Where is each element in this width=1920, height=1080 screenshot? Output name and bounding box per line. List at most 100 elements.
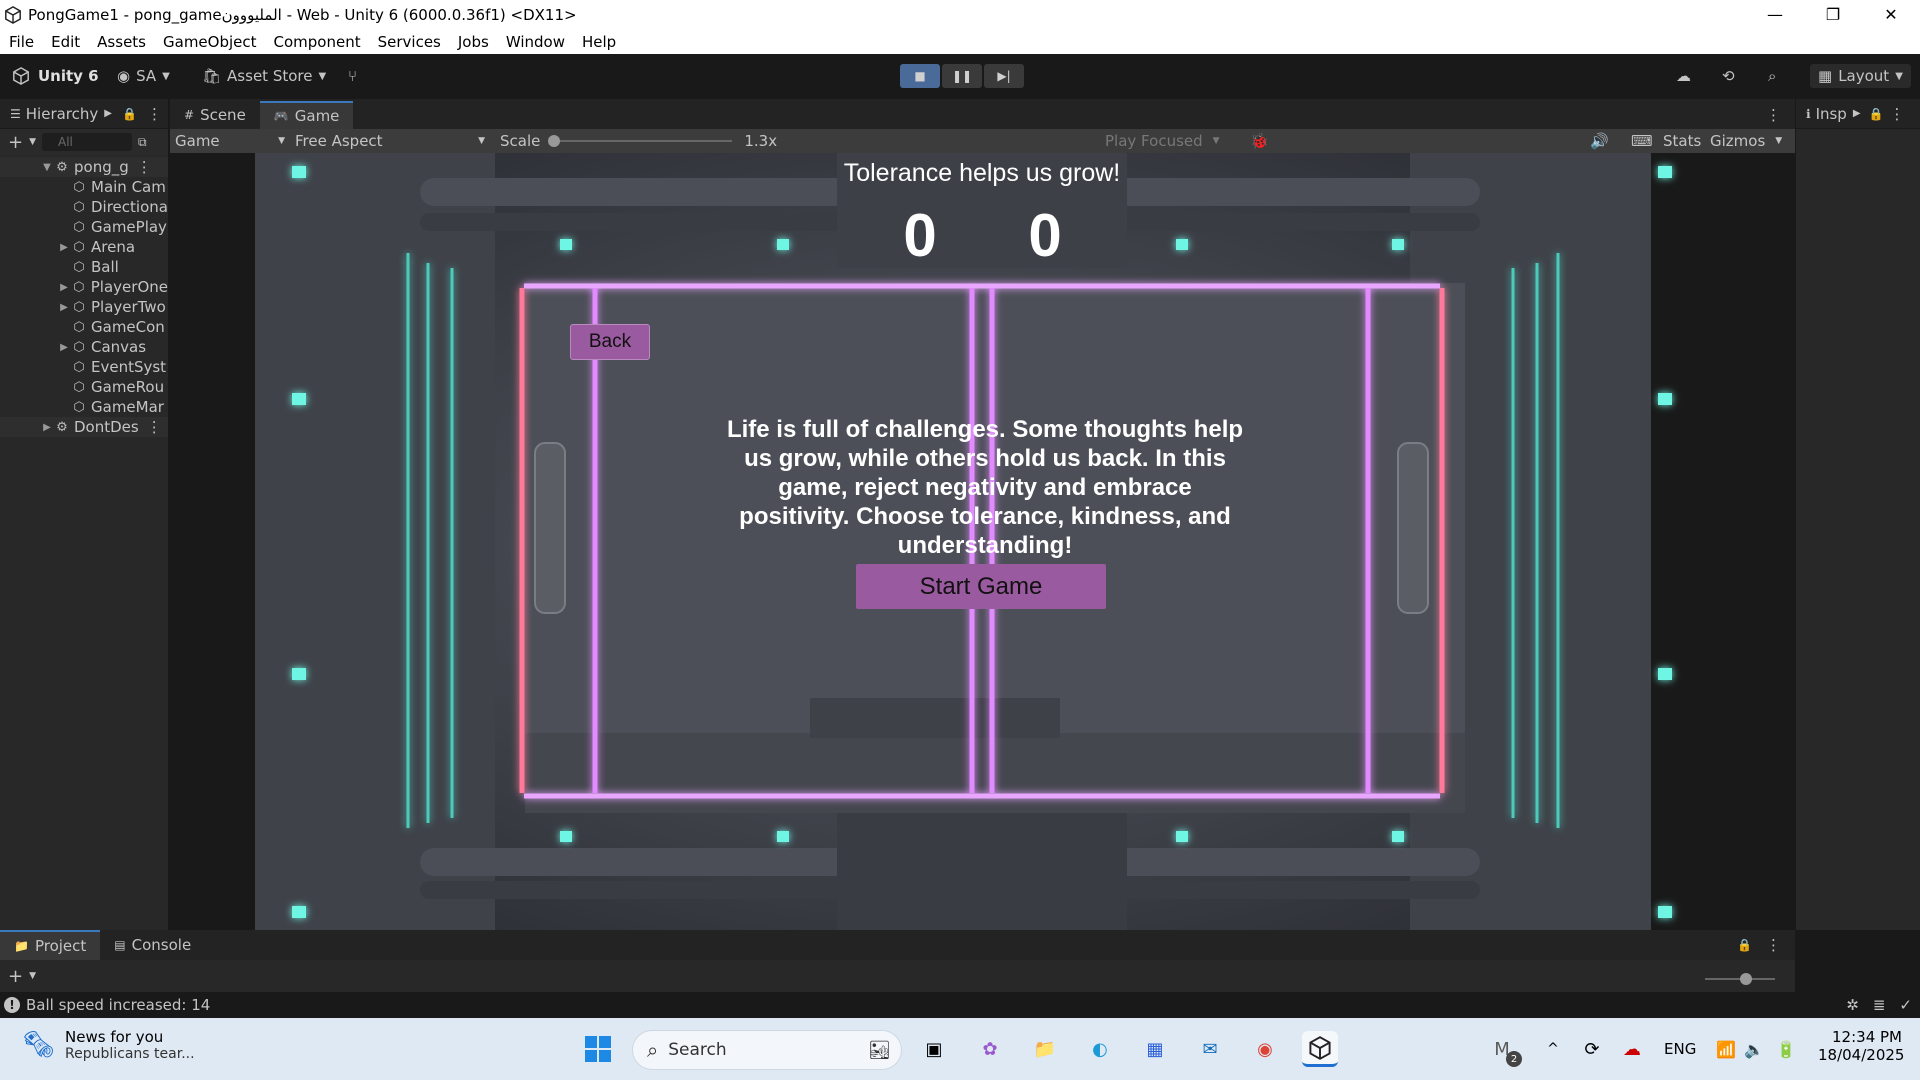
- more-icon[interactable]: ⋮: [1766, 936, 1781, 954]
- check-icon[interactable]: ✓: [1899, 996, 1912, 1014]
- list-item[interactable]: ▶ ⬡ PlayerTwo: [0, 297, 168, 317]
- layout-dropdown[interactable]: ▦ Layout ▼: [1810, 64, 1911, 88]
- back-button[interactable]: Back: [570, 324, 650, 360]
- add-icon[interactable]: +: [8, 966, 23, 987]
- menu-window[interactable]: Window: [506, 33, 565, 51]
- restore-button[interactable]: ❐: [1804, 0, 1862, 29]
- play-focused-dropdown[interactable]: Play Focused ▼: [1105, 129, 1220, 153]
- list-item[interactable]: ⬡ GameCon: [0, 317, 168, 337]
- pause-button[interactable]: ❚❚: [942, 64, 982, 88]
- mail-app-icon[interactable]: M 2: [1484, 1031, 1522, 1067]
- audio-icon[interactable]: 🔊: [1590, 129, 1609, 153]
- tab-project[interactable]: 📁 Project: [0, 930, 101, 960]
- task-view-icon[interactable]: ▣: [916, 1031, 952, 1067]
- file-explorer-icon[interactable]: 📁: [1027, 1031, 1063, 1067]
- chevron-down-icon[interactable]: ▼: [40, 162, 54, 173]
- history-icon[interactable]: ⟲: [1722, 64, 1735, 88]
- more-icon[interactable]: ⋮: [137, 158, 152, 176]
- account-dropdown[interactable]: ◉ SA ▼: [117, 64, 170, 88]
- slider-handle[interactable]: [1740, 973, 1752, 985]
- clock[interactable]: 12:34 PM 18/04/2025: [1818, 1028, 1904, 1064]
- chevron-up-icon[interactable]: ^: [1535, 1031, 1571, 1067]
- game-render[interactable]: Tolerance helps us grow! 0 0 Back Life i…: [170, 153, 1795, 930]
- filter-icon[interactable]: ⧉: [138, 135, 147, 150]
- bug-icon[interactable]: 🐞: [1250, 129, 1269, 153]
- list-item[interactable]: ▶ ⬡ Canvas: [0, 337, 168, 357]
- tab-game[interactable]: 🎮 Game: [259, 101, 354, 129]
- list-item[interactable]: ⬡ GameMar: [0, 397, 168, 417]
- dontdestroy-row[interactable]: ▶ ⚙ DontDes ⋮: [0, 417, 168, 437]
- expand-arrow-icon[interactable]: ▶: [57, 342, 71, 353]
- close-button[interactable]: ✕: [1862, 0, 1920, 29]
- more-icon[interactable]: ⋮: [1890, 105, 1905, 123]
- expand-arrow-icon[interactable]: ▶: [57, 282, 71, 293]
- start-game-button[interactable]: Start Game: [856, 564, 1106, 609]
- store-icon[interactable]: ▦: [1137, 1031, 1173, 1067]
- outlook-icon[interactable]: ✉: [1192, 1031, 1228, 1067]
- chevron-down-icon[interactable]: ▼: [29, 971, 36, 981]
- list-item[interactable]: ⬡ Main Cam: [0, 177, 168, 197]
- lock-icon[interactable]: 🔒: [1737, 938, 1752, 952]
- list-item[interactable]: ⬡ Ball: [0, 257, 168, 277]
- unity-account-menu[interactable]: Unity 6: [12, 64, 99, 88]
- expand-arrow-icon[interactable]: ▶: [57, 302, 71, 313]
- menu-component[interactable]: Component: [274, 33, 361, 51]
- list-item[interactable]: ⬡ Directiona: [0, 197, 168, 217]
- scale-slider[interactable]: [548, 135, 733, 147]
- copilot-icon[interactable]: ✿: [972, 1031, 1008, 1067]
- windows-start-icon[interactable]: [580, 1031, 616, 1067]
- menu-jobs[interactable]: Jobs: [458, 33, 489, 51]
- minimize-button[interactable]: —: [1746, 0, 1804, 29]
- layers-icon[interactable]: ≣: [1873, 996, 1886, 1014]
- unity-taskbar-icon[interactable]: [1302, 1031, 1338, 1067]
- more-icon[interactable]: ⋮: [147, 418, 162, 436]
- cloud-error-icon[interactable]: ☁: [1614, 1031, 1650, 1067]
- inspector-tab[interactable]: ℹ Insp ▶ 🔒 ⋮: [1796, 99, 1920, 129]
- cloud-icon[interactable]: ☁: [1676, 64, 1691, 88]
- status-message[interactable]: Ball speed increased: 14: [26, 996, 210, 1014]
- keyboard-icon[interactable]: ⌨: [1631, 129, 1653, 153]
- aspect-dropdown[interactable]: Free Aspect ▼: [295, 129, 485, 153]
- asset-store-dropdown[interactable]: 🛍 Asset Store ▼: [202, 64, 326, 88]
- menu-file[interactable]: File: [9, 33, 34, 51]
- list-item[interactable]: ⬡ GamePlay: [0, 217, 168, 237]
- language-indicator[interactable]: ENG: [1664, 1040, 1696, 1058]
- chevron-right-icon[interactable]: ▶: [40, 422, 54, 433]
- play-button[interactable]: ■: [900, 64, 940, 88]
- chrome-icon[interactable]: ◉: [1247, 1031, 1283, 1067]
- chevron-down-icon[interactable]: ▼: [29, 137, 36, 147]
- more-icon[interactable]: ⋮: [1752, 101, 1795, 129]
- menu-help[interactable]: Help: [582, 33, 616, 51]
- hierarchy-tab[interactable]: ☰ Hierarchy ▶ 🔒 ⋮: [0, 99, 168, 129]
- battery-icon[interactable]: 🔋: [1768, 1031, 1804, 1067]
- news-widget[interactable]: 🗞 News for you Republicans tear...: [22, 1028, 195, 1062]
- lock-icon[interactable]: 🔒: [1869, 107, 1884, 121]
- menu-edit[interactable]: Edit: [51, 33, 80, 51]
- version-control-icon[interactable]: ⑂: [348, 64, 357, 88]
- debug-icon[interactable]: ✲: [1846, 996, 1859, 1014]
- tab-scene[interactable]: # Scene: [170, 101, 260, 129]
- list-item[interactable]: ⬡ EventSyst: [0, 357, 168, 377]
- stats-button[interactable]: Stats: [1663, 129, 1701, 153]
- list-item[interactable]: ▶ ⬡ PlayerOne: [0, 277, 168, 297]
- menu-assets[interactable]: Assets: [97, 33, 146, 51]
- lock-icon[interactable]: 🔒: [122, 107, 137, 121]
- step-button[interactable]: ▶|: [984, 64, 1024, 88]
- menu-gameobject[interactable]: GameObject: [163, 33, 257, 51]
- zoom-slider[interactable]: [1705, 973, 1775, 985]
- edge-icon[interactable]: ◐: [1082, 1031, 1118, 1067]
- gizmos-dropdown[interactable]: Gizmos ▼: [1710, 129, 1782, 153]
- taskbar-search[interactable]: ⌕ Search 🏜: [632, 1030, 902, 1070]
- list-item[interactable]: ▶ ⬡ Arena: [0, 237, 168, 257]
- slider-handle[interactable]: [548, 135, 561, 147]
- search-icon[interactable]: ⌕: [1768, 64, 1776, 88]
- expand-arrow-icon[interactable]: ▶: [57, 242, 71, 253]
- sync-icon[interactable]: ⟳: [1574, 1031, 1610, 1067]
- more-icon[interactable]: ⋮: [147, 105, 162, 123]
- display-dropdown[interactable]: Game ▼: [175, 129, 285, 153]
- scene-row[interactable]: ▼ ⚙ pong_g ⋮: [0, 157, 168, 177]
- tab-console[interactable]: ▤ Console: [100, 930, 205, 960]
- menu-services[interactable]: Services: [378, 33, 441, 51]
- hierarchy-search-input[interactable]: All: [42, 133, 133, 151]
- volume-icon[interactable]: 🔈: [1736, 1031, 1772, 1067]
